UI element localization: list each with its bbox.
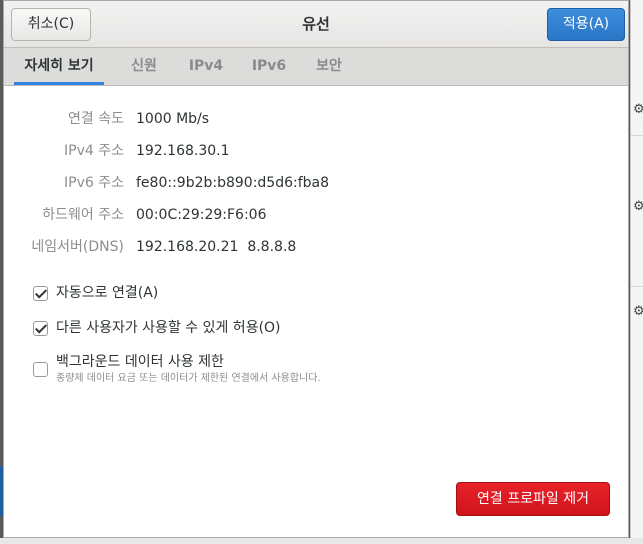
detail-value: 192.168.20.21 8.8.8.8 — [136, 239, 297, 255]
gear-icon: ⚙ — [633, 102, 643, 117]
tab-bar: 자세히 보기 신원 IPv4 IPv6 보안 — [4, 48, 628, 86]
tab-security[interactable]: 보안 — [309, 48, 349, 85]
allow-other-users-label[interactable]: 다른 사용자가 사용할 수 있게 허용(O) — [56, 318, 281, 338]
cancel-button[interactable]: 취소(C) — [11, 8, 91, 41]
background-window-bottom — [0, 538, 643, 544]
tab-ipv6[interactable]: IPv6 — [247, 48, 291, 85]
gear-icon: ⚙ — [633, 304, 643, 319]
background-divider — [631, 286, 643, 287]
header-bar: 유선 취소(C) 적용(A) — [4, 1, 628, 48]
auto-connect-label[interactable]: 자동으로 연결(A) — [56, 283, 158, 303]
detail-row-link-speed: 연결 속도 1000 Mb/s — [4, 108, 604, 130]
detail-label: 네임서버(DNS) — [31, 239, 124, 255]
detail-label: IPv6 주소 — [64, 175, 124, 191]
allow-other-users-checkbox[interactable] — [33, 321, 48, 336]
restrict-background-data-checkbox[interactable] — [33, 362, 48, 377]
detail-label: 하드웨어 주소 — [42, 207, 124, 223]
auto-connect-checkbox[interactable] — [33, 286, 48, 301]
detail-value: 1000 Mb/s — [136, 111, 210, 127]
gear-icon: ⚙ — [633, 199, 643, 214]
remove-profile-button[interactable]: 연결 프로파일 제거 — [456, 482, 610, 516]
restrict-background-data-description: 종량제 데이터 요금 또는 데이터가 제한된 연결에서 사용합니다. — [56, 373, 321, 384]
background-divider — [631, 135, 643, 136]
detail-row-hardware-address: 하드웨어 주소 00:0C:29:29:F6:06 — [4, 204, 604, 226]
detail-value: 192.168.30.1 — [136, 143, 230, 159]
detail-row-ipv6: IPv6 주소 fe80::9b2b:b890:d5d6:fba8 — [4, 172, 604, 194]
detail-value: 00:0C:29:29:F6:06 — [136, 207, 267, 223]
detail-row-dns: 네임서버(DNS) 192.168.20.21 8.8.8.8 — [4, 236, 604, 258]
connection-dialog: 유선 취소(C) 적용(A) 자세히 보기 신원 IPv4 IPv6 보안 연결… — [3, 0, 629, 538]
apply-button[interactable]: 적용(A) — [547, 8, 625, 41]
detail-label: 연결 속도 — [68, 111, 124, 127]
tab-details[interactable]: 자세히 보기 — [14, 48, 104, 85]
detail-value: fe80::9b2b:b890:d5d6:fba8 — [136, 175, 330, 191]
detail-label: IPv4 주소 — [64, 143, 124, 159]
background-window — [630, 0, 643, 544]
restrict-background-data-label[interactable]: 백그라운드 데이터 사용 제한 — [56, 352, 224, 372]
detail-row-ipv4: IPv4 주소 192.168.30.1 — [4, 140, 604, 162]
dialog-title: 유선 — [302, 15, 330, 33]
tab-identity[interactable]: 신원 — [119, 48, 169, 85]
tab-ipv4[interactable]: IPv4 — [184, 48, 228, 85]
